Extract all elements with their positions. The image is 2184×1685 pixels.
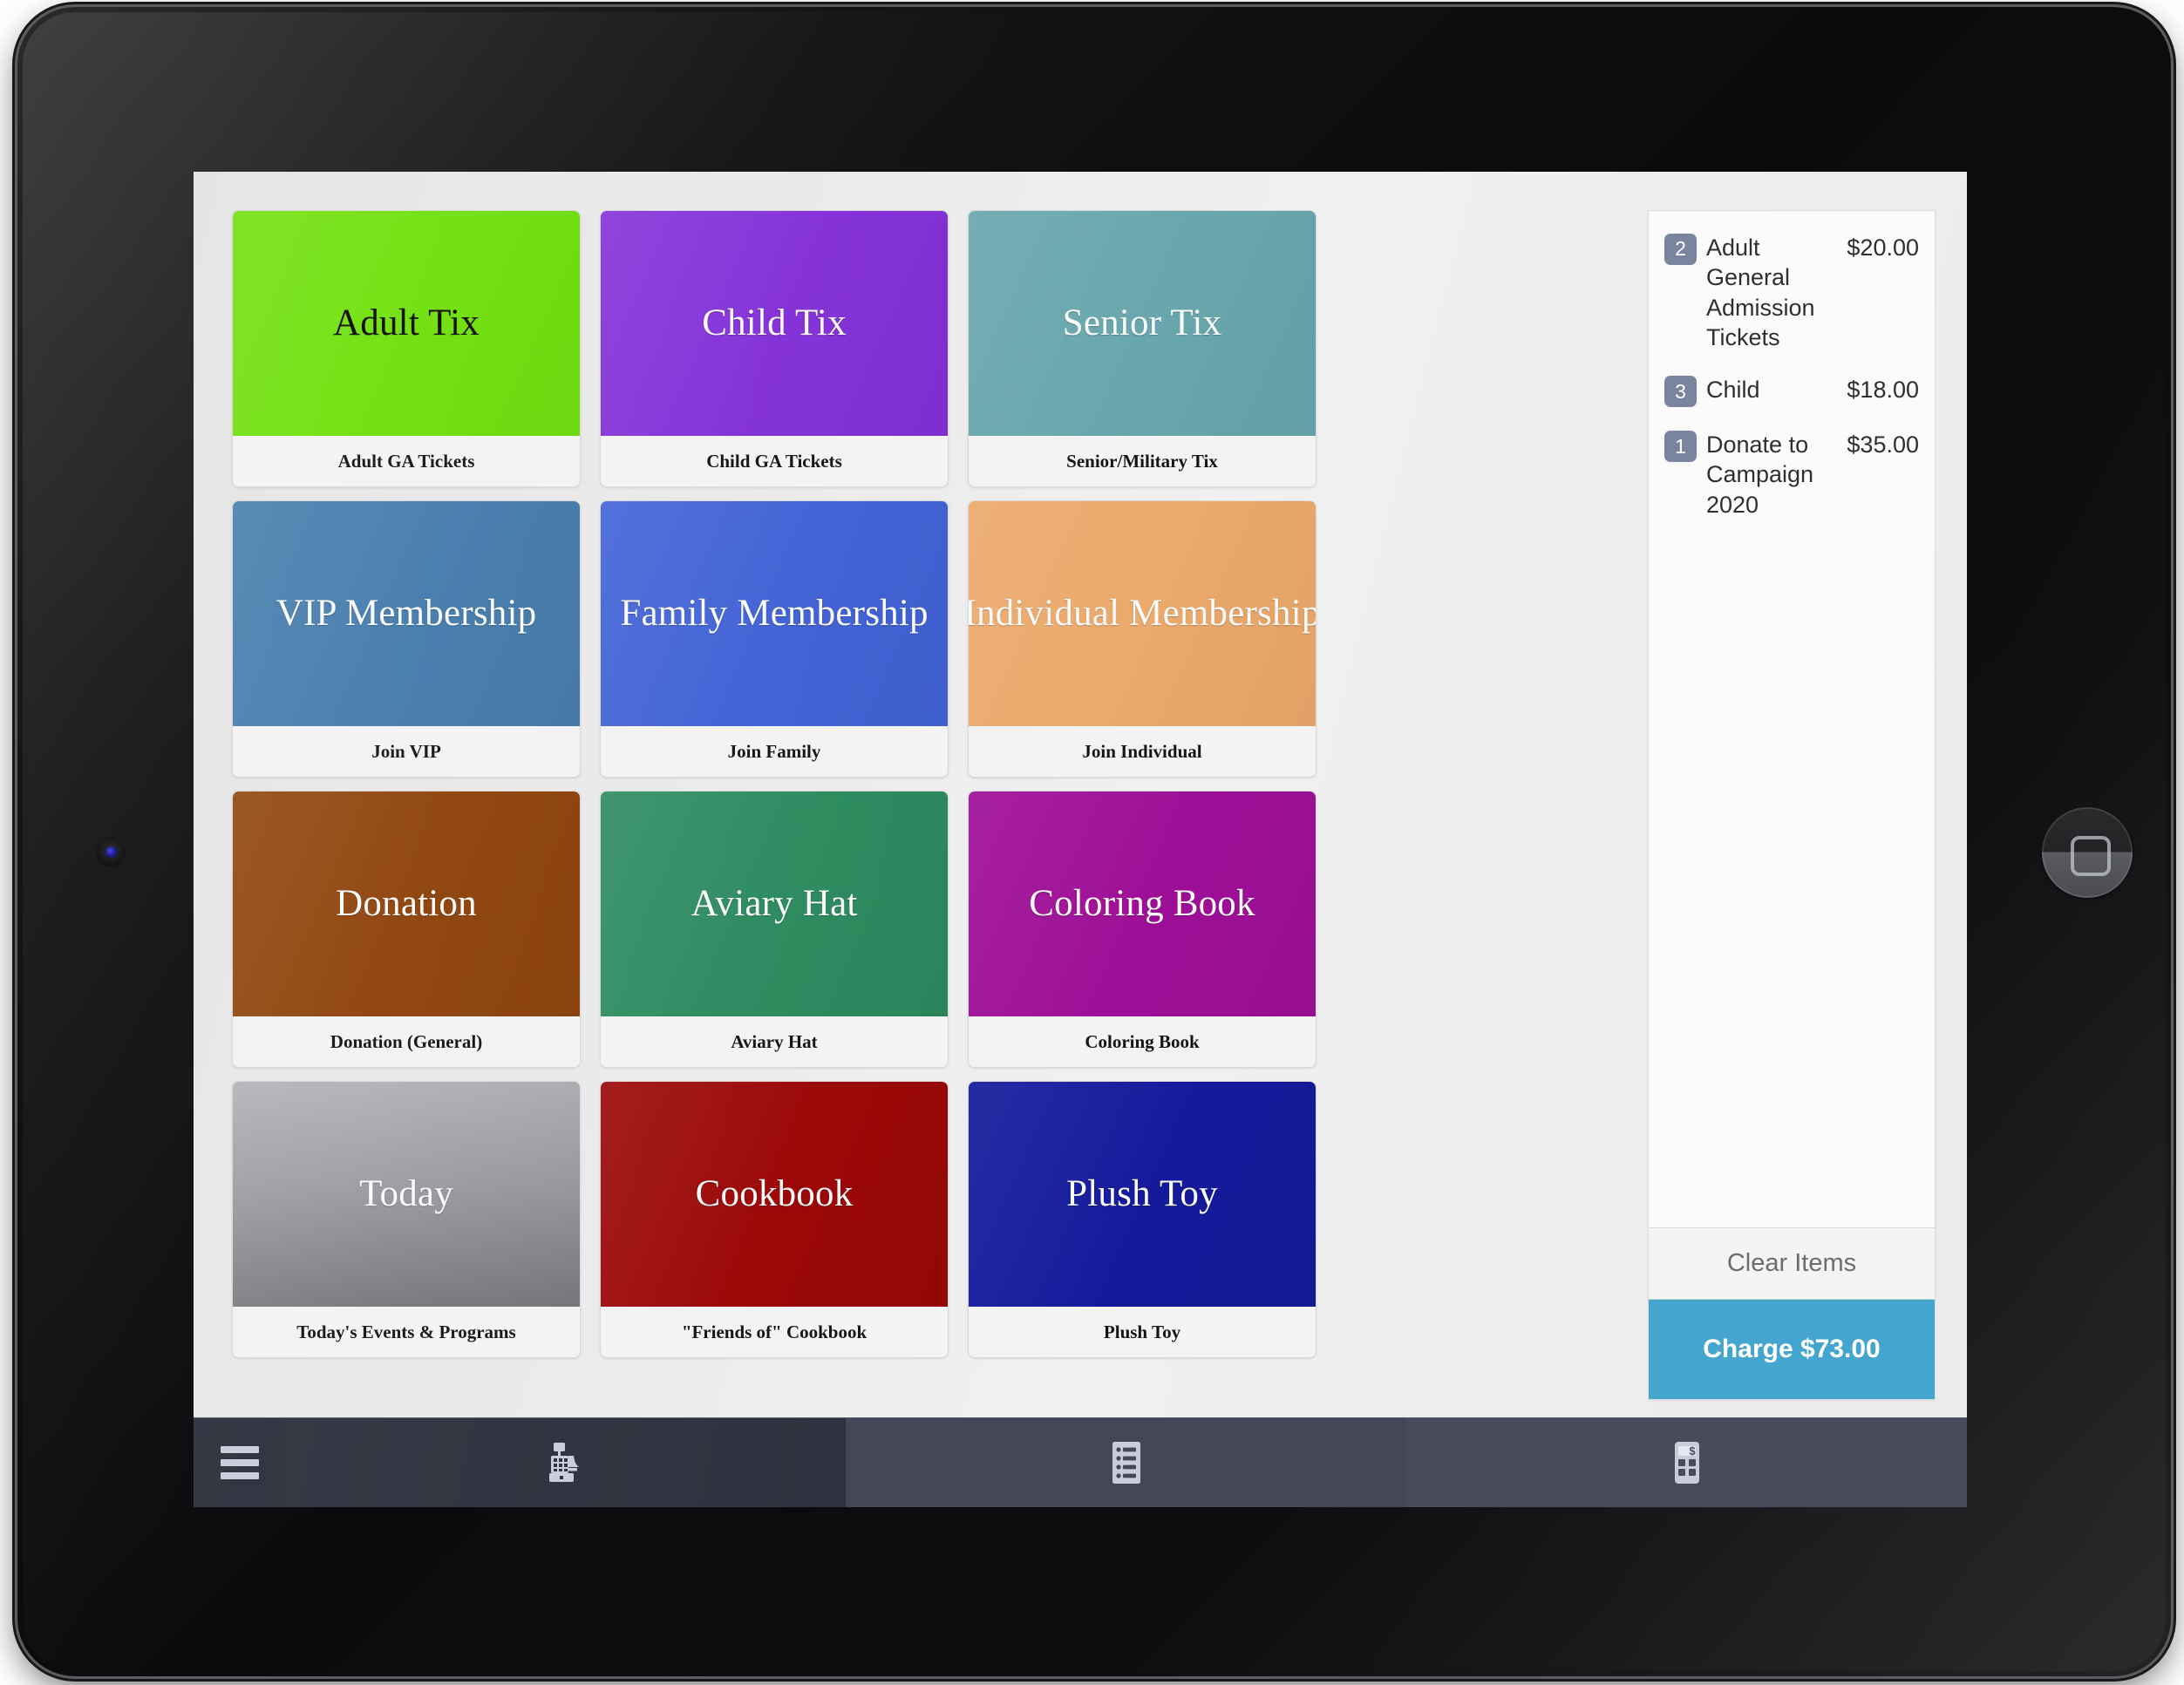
cart-item-quantity-badge: 1 [1664,431,1697,463]
tile-caption: Plush Toy [969,1307,1316,1357]
tile-color-swatch: Cookbook [601,1082,948,1307]
tile-title: Individual Membership [969,593,1316,635]
product-tile-aviary-hat[interactable]: Aviary Hat Aviary Hat [600,791,949,1068]
list-icon [1112,1442,1140,1484]
tile-caption: Coloring Book [969,1016,1316,1067]
tile-caption: Join Family [601,726,948,777]
tile-color-swatch: Coloring Book [969,792,1316,1016]
calculator-icon: $ [1674,1442,1699,1484]
app-screen: Adult Tix Adult GA Tickets Child Tix Chi… [194,172,1967,1507]
tile-color-swatch: Today [233,1082,580,1307]
product-tile-cookbook[interactable]: Cookbook "Friends of" Cookbook [600,1081,949,1358]
tile-title: Plush Toy [1066,1173,1218,1215]
toolbar-transactions-tab[interactable] [846,1418,1406,1507]
cart-panel: 2 Adult General Admission Tickets $20.00… [1648,210,1936,1400]
tile-color-swatch: Aviary Hat [601,792,948,1016]
tile-caption: Adult GA Tickets [233,436,580,486]
cart-item-row[interactable]: 2 Adult General Admission Tickets $20.00 [1664,233,1919,352]
cart-item-row[interactable]: 3 Child $18.00 [1664,375,1919,408]
home-button[interactable] [2042,807,2133,898]
toolbar-menu-button[interactable] [194,1418,285,1507]
product-tile-grid: Adult Tix Adult GA Tickets Child Tix Chi… [232,210,1335,1400]
cash-register-icon [548,1443,579,1482]
product-tile-vip-membership[interactable]: VIP Membership Join VIP [232,500,581,778]
tile-title: Aviary Hat [691,883,858,925]
tile-caption: Donation (General) [233,1016,580,1067]
tile-caption: "Friends of" Cookbook [601,1307,948,1357]
charge-button[interactable]: Charge $73.00 [1649,1299,1935,1399]
tile-color-swatch: Child Tix [601,211,948,436]
bottom-toolbar: $ [194,1417,1967,1507]
svg-text:$: $ [1689,1444,1696,1457]
tile-title: Family Membership [620,593,929,635]
cart-item-name: Child [1706,377,1760,404]
tile-title: Coloring Book [1029,883,1255,925]
hamburger-menu-icon [220,1446,259,1479]
tile-color-swatch: Donation [233,792,580,1016]
product-tile-family-membership[interactable]: Family Membership Join Family [600,500,949,778]
tile-color-swatch: Adult Tix [233,211,580,436]
tile-title: Today [359,1173,453,1215]
cart-item-quantity-badge: 3 [1664,376,1697,408]
product-tile-child-tix[interactable]: Child Tix Child GA Tickets [600,210,949,487]
cart-item-price: $35.00 [1847,431,1919,459]
tile-caption: Senior/Military Tix [969,436,1316,486]
cart-item-name: Adult General Admission Tickets [1706,234,1815,350]
layout-spacer [1335,210,1630,1400]
tile-color-swatch: Family Membership [601,501,948,726]
tile-color-swatch: Senior Tix [969,211,1316,436]
tile-title: Cookbook [695,1173,854,1215]
product-tile-today[interactable]: Today Today's Events & Programs [232,1081,581,1358]
product-tile-plush-toy[interactable]: Plush Toy Plush Toy [968,1081,1317,1358]
product-tile-adult-tix[interactable]: Adult Tix Adult GA Tickets [232,210,581,487]
tile-color-swatch: VIP Membership [233,501,580,726]
product-tile-individual-membership[interactable]: Individual Membership Join Individual [968,500,1317,778]
toolbar-keypad-tab[interactable]: $ [1406,1418,1967,1507]
tile-caption: Today's Events & Programs [233,1307,580,1357]
pos-main-area: Adult Tix Adult GA Tickets Child Tix Chi… [194,172,1967,1417]
tile-caption: Join Individual [969,726,1316,777]
product-tile-donation[interactable]: Donation Donation (General) [232,791,581,1068]
toolbar-register-tab[interactable] [285,1418,846,1507]
tile-color-swatch: Individual Membership [969,501,1316,726]
cart-item-row[interactable]: 1 Donate to Campaign 2020 $35.00 [1664,430,1919,520]
clear-items-button[interactable]: Clear Items [1649,1227,1935,1299]
tile-title: Senior Tix [1062,302,1222,344]
cart-item-price: $18.00 [1847,377,1919,404]
cart-item-list[interactable]: 2 Adult General Admission Tickets $20.00… [1649,211,1935,1227]
product-tile-senior-tix[interactable]: Senior Tix Senior/Military Tix [968,210,1317,487]
tile-title: Adult Tix [333,302,480,344]
tile-title: Child Tix [702,302,847,344]
front-camera-icon [94,835,127,868]
product-tile-coloring-book[interactable]: Coloring Book Coloring Book [968,791,1317,1068]
tile-title: VIP Membership [276,593,537,635]
cart-item-quantity-badge: 2 [1664,234,1697,265]
cart-item-price: $20.00 [1847,234,1919,261]
tile-caption: Aviary Hat [601,1016,948,1067]
tile-title: Donation [336,883,477,925]
tile-color-swatch: Plush Toy [969,1082,1316,1307]
tile-caption: Join VIP [233,726,580,777]
tile-caption: Child GA Tickets [601,436,948,486]
cart-item-name: Donate to Campaign 2020 [1706,431,1814,518]
